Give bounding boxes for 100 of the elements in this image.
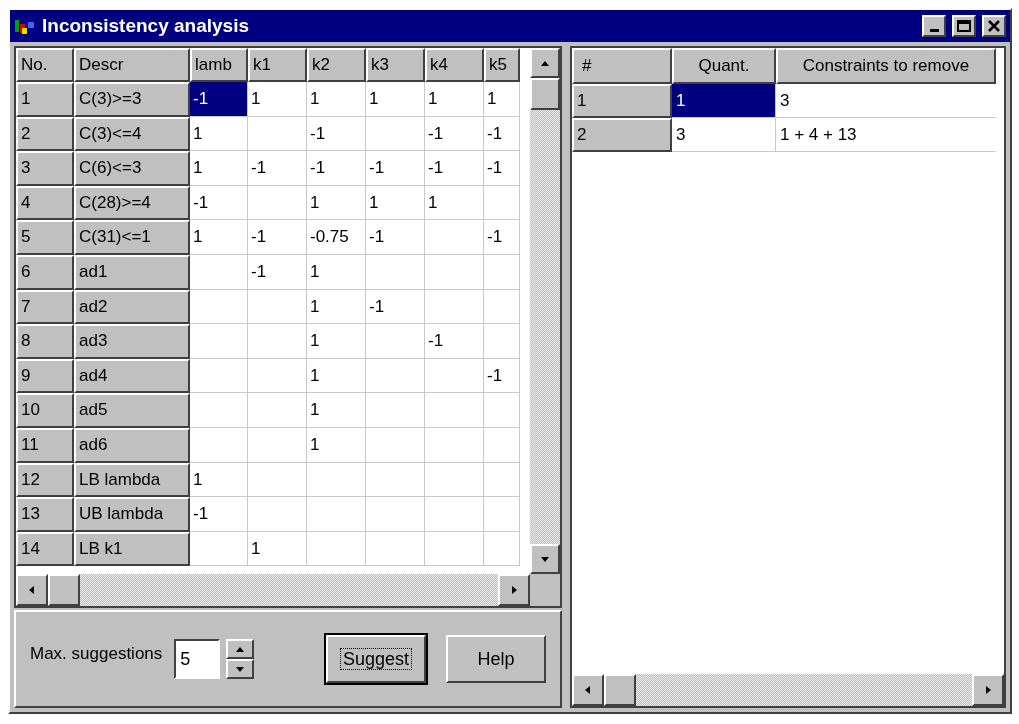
table-cell[interactable]: -0.75 <box>307 220 366 255</box>
table-cell[interactable] <box>248 427 307 463</box>
row-description[interactable]: C(31)<=1 <box>74 220 190 255</box>
table-cell[interactable]: 1 <box>190 116 248 152</box>
row-description[interactable]: ad5 <box>74 393 190 428</box>
table-cell[interactable] <box>366 462 425 498</box>
table-cell[interactable] <box>366 116 425 152</box>
table-cell[interactable] <box>248 289 307 325</box>
table-cell[interactable]: 1 <box>366 82 425 117</box>
table-cell[interactable]: -1 <box>307 151 366 186</box>
horizontal-scrollbar[interactable] <box>16 574 530 606</box>
row-description[interactable]: ad1 <box>74 254 190 290</box>
table-cell[interactable] <box>484 393 520 428</box>
table-cell[interactable] <box>190 393 248 428</box>
row-header[interactable]: 2 <box>572 118 672 152</box>
table-cell[interactable] <box>425 427 484 463</box>
table-cell[interactable] <box>425 254 484 290</box>
table-cell[interactable] <box>484 324 520 359</box>
help-button[interactable]: Help <box>446 635 546 683</box>
close-button[interactable] <box>982 15 1006 37</box>
table-cell[interactable] <box>190 254 248 290</box>
table-cell[interactable] <box>248 324 307 359</box>
row-header[interactable]: 6 <box>16 254 74 290</box>
table-cell[interactable]: 1 <box>425 185 484 221</box>
row-header[interactable]: 2 <box>16 116 74 152</box>
scroll-thumb[interactable] <box>604 674 636 706</box>
scroll-arrow-button[interactable] <box>972 674 1004 706</box>
table-cell[interactable]: -1 <box>307 116 366 152</box>
scroll-thumb[interactable] <box>48 574 80 606</box>
table-cell[interactable]: -1 <box>425 151 484 186</box>
table-cell[interactable]: 1 <box>190 151 248 186</box>
row-description[interactable]: C(3)>=3 <box>74 82 190 117</box>
table-cell[interactable] <box>248 462 307 498</box>
vertical-scrollbar[interactable] <box>530 48 560 574</box>
row-description[interactable]: C(6)<=3 <box>74 151 190 186</box>
table-cell[interactable] <box>484 462 520 498</box>
table-cell[interactable] <box>366 497 425 532</box>
row-description[interactable]: ad6 <box>74 427 190 463</box>
table-cell[interactable]: 1 <box>248 82 307 117</box>
column-header[interactable]: Descr <box>74 48 190 82</box>
table-cell[interactable]: 1 <box>672 84 776 118</box>
row-header[interactable]: 8 <box>16 324 74 359</box>
row-header[interactable]: 5 <box>16 220 74 255</box>
max-suggestions-field[interactable]: 5 <box>174 639 221 679</box>
table-cell[interactable] <box>248 393 307 428</box>
table-cell[interactable]: -1 <box>248 151 307 186</box>
column-header[interactable]: k4 <box>425 48 484 82</box>
table-cell[interactable] <box>425 393 484 428</box>
table-cell[interactable]: 1 <box>307 358 366 394</box>
row-header[interactable]: 1 <box>572 84 672 118</box>
table-cell[interactable]: -1 <box>190 82 248 117</box>
table-cell[interactable] <box>425 358 484 394</box>
table-cell[interactable]: 1 <box>190 462 248 498</box>
table-cell[interactable]: 1 <box>307 289 366 325</box>
table-cell[interactable] <box>484 531 520 567</box>
scroll-arrow-button[interactable] <box>530 544 560 574</box>
table-cell[interactable]: -1 <box>484 220 520 255</box>
column-header[interactable]: Constraints to remove <box>776 48 996 84</box>
scroll-arrow-button[interactable] <box>16 574 48 606</box>
table-cell[interactable] <box>484 497 520 532</box>
table-cell[interactable]: 1 <box>248 531 307 567</box>
table-cell[interactable]: 1 <box>425 82 484 117</box>
table-cell[interactable] <box>307 531 366 567</box>
table-cell[interactable] <box>248 497 307 532</box>
table-cell[interactable]: -1 <box>248 254 307 290</box>
row-description[interactable]: UB lambda <box>74 497 190 532</box>
column-header[interactable]: k1 <box>248 48 307 82</box>
column-header[interactable]: k3 <box>366 48 425 82</box>
table-cell[interactable] <box>425 497 484 532</box>
table-cell[interactable] <box>484 254 520 290</box>
table-cell[interactable] <box>484 185 520 221</box>
table-cell[interactable] <box>366 324 425 359</box>
column-header[interactable]: k2 <box>307 48 366 82</box>
minimize-button[interactable] <box>922 15 946 37</box>
table-cell[interactable]: -1 <box>190 185 248 221</box>
row-header[interactable]: 3 <box>16 151 74 186</box>
table-cell[interactable]: 1 <box>484 82 520 117</box>
column-header[interactable]: lamb <box>190 48 248 82</box>
table-cell[interactable]: 1 <box>307 324 366 359</box>
table-cell[interactable] <box>190 358 248 394</box>
table-cell[interactable] <box>366 358 425 394</box>
row-description[interactable]: LB lambda <box>74 462 190 498</box>
table-cell[interactable] <box>190 427 248 463</box>
row-header[interactable]: 11 <box>16 427 74 463</box>
scroll-arrow-button[interactable] <box>226 659 255 679</box>
table-cell[interactable] <box>190 531 248 567</box>
suggest-button[interactable]: Suggest <box>326 635 426 683</box>
table-cell[interactable] <box>307 497 366 532</box>
table-cell[interactable] <box>366 254 425 290</box>
table-cell[interactable] <box>366 393 425 428</box>
column-header[interactable]: No. <box>16 48 74 82</box>
table-cell[interactable] <box>248 116 307 152</box>
row-header[interactable]: 9 <box>16 358 74 394</box>
table-cell[interactable] <box>484 427 520 463</box>
horizontal-scrollbar[interactable] <box>572 674 1004 706</box>
row-header[interactable]: 12 <box>16 462 74 498</box>
row-header[interactable]: 4 <box>16 185 74 221</box>
table-cell[interactable]: -1 <box>190 497 248 532</box>
scroll-arrow-button[interactable] <box>226 639 255 659</box>
table-cell[interactable]: 1 <box>190 220 248 255</box>
